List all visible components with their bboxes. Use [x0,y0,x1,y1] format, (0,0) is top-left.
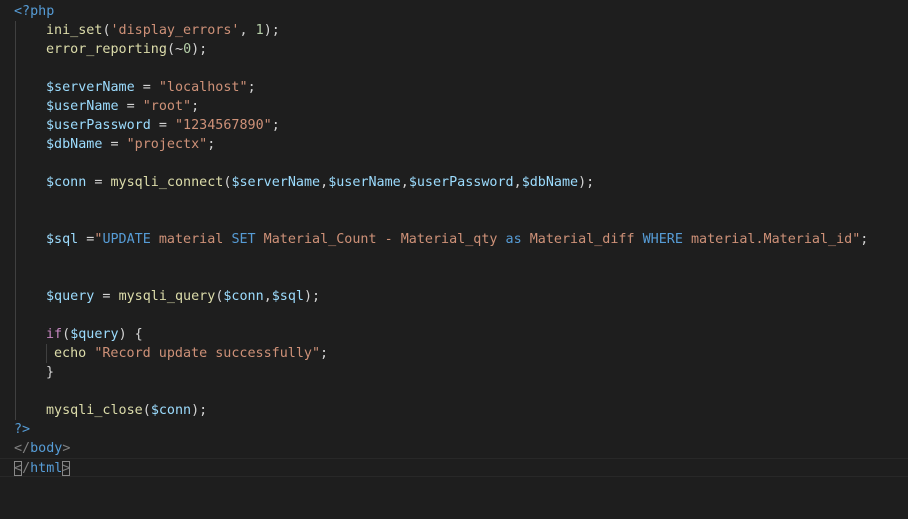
code-token-punctuation: = [102,137,127,152]
code-token-variable: $userName [46,99,119,114]
code-token-punctuation: ); [304,289,321,304]
line-content: ini_set('display_errors', 1); [46,21,280,40]
code-token-variable: $conn [46,175,87,190]
code-token-variable: $serverName [46,80,135,95]
code-token-string: "root" [142,99,192,114]
code-token-tag: body [30,441,63,456]
code-token-number: 0 [183,42,192,57]
code-token-string: "projectx" [126,137,208,152]
line-content: $serverName = "localhost"; [46,78,256,97]
code-token-tag: WHERE [642,232,683,247]
code-token-punctuation: ; [191,99,200,114]
code-token-punctuation: ) { [118,327,143,342]
code-token-html_tag: / [22,461,31,476]
code-token-punctuation: ; [247,80,256,95]
line-content: } [46,363,54,382]
indent-guide-inner [46,344,47,363]
code-token-variable: $userPassword [46,118,151,133]
code-token-variable: $userName [328,175,401,190]
code-line[interactable]: </html> [0,458,908,477]
line-content: $conn = mysqli_connect($serverName,$user… [46,173,594,192]
code-token-string: "Record update successfully" [94,346,321,361]
code-token-function: mysqli_close [46,403,143,418]
code-token-punctuation: (~ [166,42,184,57]
code-token-punctuation: ; [207,137,216,152]
code-token-string: "1234567890" [175,118,272,133]
code-token-string: Material_diff [521,232,643,247]
code-token-variable: $conn [150,403,192,418]
code-token-punctuation: ( [102,23,111,38]
code-token-variable: $query [46,289,95,304]
indent-guide [15,21,16,420]
line-content: <?php [14,2,54,21]
line-content: $userPassword = "1234567890"; [46,116,280,135]
code-token-variable: $serverName [231,175,321,190]
code-token-punctuation: ); [578,175,595,190]
code-token-function: ini_set [46,23,103,38]
code-token-punctuation: ; [271,118,280,133]
code-token-punctuation: ); [263,23,280,38]
code-token-tag: SET [231,232,256,247]
code-token-string: Material_Count - Material_qty [255,232,506,247]
code-token-punctuation: ; [320,346,329,361]
code-token-punctuation: , [400,175,409,190]
code-token-function: mysqli_query [118,289,216,304]
code-token-punctuation: } [46,365,55,380]
code-token-tag: html [30,461,63,476]
code-token-number: 1 [255,23,264,38]
code-token-variable: $query [70,327,119,342]
code-token-tag: as [505,232,522,247]
code-token-punctuation: ( [142,403,151,418]
code-token-html_tag: > [62,441,71,456]
line-content: if($query) { [46,325,143,344]
code-token-function: mysqli_connect [110,175,224,190]
line-content: $sql ="UPDATE material SET Material_Coun… [46,230,868,249]
code-token-punctuation: , [239,23,256,38]
code-token-function: echo [54,346,87,361]
code-token-punctuation: = [94,289,119,304]
code-token-string: "localhost" [158,80,248,95]
code-token-punctuation: , [513,175,522,190]
code-token-variable: $sql [46,232,79,247]
line-content: ?> [14,420,30,439]
code-token-tag: UPDATE [102,232,151,247]
code-token-variable: $dbName [46,137,103,152]
code-token-control: if [46,327,63,342]
code-token-punctuation: = [134,80,159,95]
line-content: mysqli_close($conn); [46,401,207,420]
line-content: </body> [14,439,70,458]
code-token-variable: $sql [271,289,304,304]
code-token-punctuation: = [150,118,175,133]
code-token-punctuation: ); [191,42,208,57]
code-token-string: 'display_errors' [110,23,240,38]
code-token-variable: $conn [223,289,264,304]
code-token-html_tag: < [14,461,23,476]
code-token-punctuation: ( [62,327,71,342]
code-token-punctuation: , [320,175,329,190]
code-token-punctuation: = [86,175,111,190]
line-content: $userName = "root"; [46,97,199,116]
code-token-tag: ?> [14,422,31,437]
code-token-string: material.Material_id" [682,232,861,247]
code-editor[interactable]: <?php ini_set('display_errors', 1); error_… [0,0,908,519]
code-token-punctuation: = [78,232,95,247]
code-token-punctuation: , [263,289,272,304]
line-content: echo "Record update successfully"; [54,344,328,363]
code-token-punctuation: ; [860,232,869,247]
code-token-punctuation: ); [191,403,208,418]
line-content: error_reporting(~0); [46,40,207,59]
code-token-html_tag: > [62,461,71,476]
code-token-variable: $dbName [521,175,579,190]
line-content: $query = mysqli_query($conn,$sql); [46,287,320,306]
code-token-tag: <?php [14,4,55,19]
code-token-punctuation: = [118,99,143,114]
line-content: $dbName = "projectx"; [46,135,215,154]
code-token-function: error_reporting [46,42,167,57]
code-token-variable: $userPassword [408,175,514,190]
line-content: </html> [14,459,71,478]
code-token-html_tag: </ [14,441,31,456]
code-token-string: material [150,232,232,247]
